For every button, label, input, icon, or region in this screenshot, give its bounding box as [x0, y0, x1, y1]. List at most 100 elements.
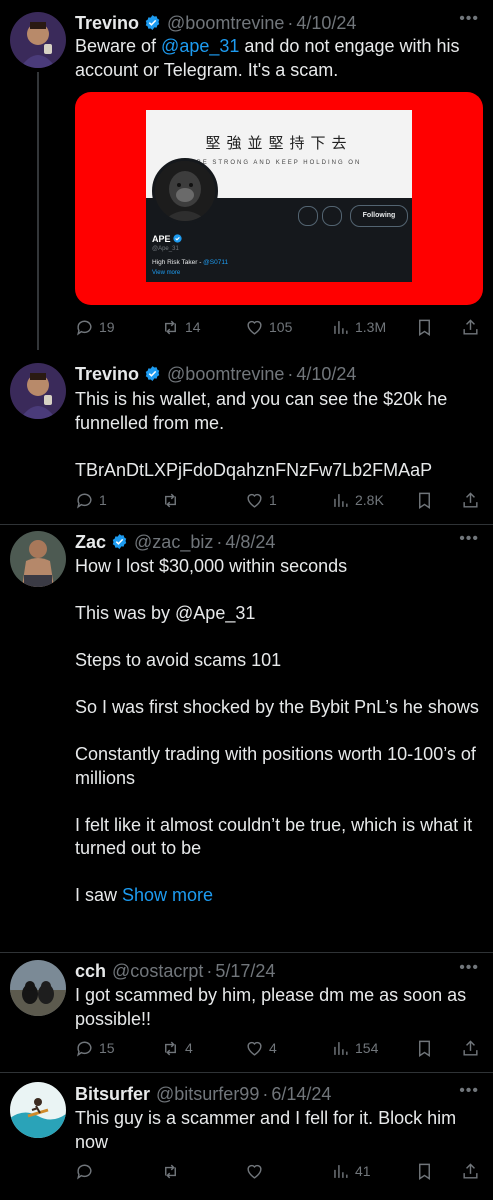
repost-icon: [165, 493, 176, 507]
reply-icon: [77, 1164, 92, 1179]
verified-badge-icon: [145, 366, 160, 381]
avatar-trevino[interactable]: [10, 12, 66, 68]
bookmark-button[interactable]: [415, 489, 434, 511]
reply-button[interactable]: 1: [75, 489, 107, 511]
view-more-link: View more: [152, 270, 181, 276]
verified-badge-icon: [173, 234, 182, 243]
repost-icon: [165, 1164, 176, 1178]
post-header: Bitsurfer @bitsurfer99 · 6/14/24: [75, 1084, 332, 1104]
views-button[interactable]: 41: [331, 1160, 371, 1182]
author-name[interactable]: Zac: [75, 532, 106, 552]
post-text: I got scammed by him, please dm me as so…: [75, 985, 472, 1029]
post-divider: [0, 952, 493, 953]
avatar-bitsurfer[interactable]: [10, 1082, 66, 1138]
repost-button[interactable]: 4: [161, 1037, 193, 1059]
view-count: 41: [355, 1163, 371, 1179]
author-name[interactable]: Trevino: [75, 364, 139, 384]
bookmark-icon: [419, 492, 430, 509]
reply-icon: [77, 1041, 92, 1056]
avatar-cch[interactable]: [10, 960, 66, 1016]
views-icon: [334, 493, 348, 507]
like-count: 1: [269, 492, 277, 508]
like-button[interactable]: 1: [245, 489, 277, 511]
like-count: 4: [269, 1040, 277, 1056]
post-divider: [0, 1072, 493, 1073]
post-date[interactable]: 4/8/24: [225, 532, 275, 552]
author-handle[interactable]: @boomtrevine: [167, 364, 284, 384]
bookmark-icon: [419, 319, 430, 336]
like-button[interactable]: [245, 1160, 269, 1182]
mention-link[interactable]: @ape_31: [161, 36, 239, 56]
more-options-icon[interactable]: •••: [459, 959, 479, 977]
profile-screenshot: 堅強並堅持下去 BE STRONG AND KEEP HOLDING ON Fo…: [146, 110, 412, 282]
repost-icon: [165, 1041, 176, 1055]
repost-button[interactable]: 14: [161, 316, 201, 338]
view-count: 154: [355, 1040, 379, 1056]
post-header: Zac @zac_biz · 4/8/24: [75, 532, 276, 552]
reply-button[interactable]: 19: [75, 316, 115, 338]
repost-button[interactable]: [161, 1160, 185, 1182]
post-header: cch @costacrpt · 5/17/24: [75, 961, 276, 981]
share-icon: [463, 1039, 478, 1056]
post-text: This guy is a scammer and I fell for it.…: [75, 1108, 462, 1152]
reply-count: 1: [99, 492, 107, 508]
views-icon: [334, 320, 348, 334]
post-header: Trevino @boomtrevine · 4/10/24: [75, 364, 357, 384]
author-handle[interactable]: @boomtrevine: [167, 13, 284, 33]
more-options-icon[interactable]: •••: [459, 1082, 479, 1100]
bookmark-button[interactable]: [415, 1037, 434, 1059]
views-button[interactable]: 154: [331, 1037, 378, 1059]
heart-icon: [247, 1164, 262, 1179]
author-name[interactable]: Bitsurfer: [75, 1084, 150, 1104]
post-date[interactable]: 4/10/24: [296, 364, 356, 384]
more-options-icon[interactable]: •••: [459, 530, 479, 548]
post-date[interactable]: 6/14/24: [271, 1084, 331, 1104]
author-handle[interactable]: @costacrpt: [112, 961, 203, 981]
post-actions: 15 4 4 154: [75, 1037, 480, 1059]
avatar-trevino[interactable]: [10, 363, 66, 419]
profile-handle: @Ape_31: [152, 246, 179, 252]
reply-icon: [77, 320, 92, 335]
like-button[interactable]: 105: [245, 316, 292, 338]
card-notify-icon: [322, 206, 342, 226]
repost-icon: [165, 320, 176, 334]
more-options-icon[interactable]: •••: [459, 10, 479, 28]
post-header: Trevino @boomtrevine · 4/10/24: [75, 13, 357, 33]
author-name[interactable]: cch: [75, 961, 106, 981]
like-button[interactable]: 4: [245, 1037, 277, 1059]
post-date[interactable]: 4/10/24: [296, 13, 356, 33]
post-text: Beware of @ape_31 and do not engage with…: [75, 36, 465, 80]
views-icon: [334, 1164, 348, 1178]
view-count: 1.3M: [355, 319, 387, 335]
views-button[interactable]: 2.8K: [331, 489, 384, 511]
author-handle[interactable]: @zac_biz: [134, 532, 213, 552]
share-button[interactable]: [461, 316, 480, 338]
following-button: Following: [350, 205, 408, 227]
bookmark-button[interactable]: [415, 1160, 434, 1182]
share-button[interactable]: [461, 1160, 480, 1182]
profile-bio: High Risk Taker - @S0711: [152, 259, 229, 266]
heart-icon: [247, 493, 262, 508]
bookmark-button[interactable]: [415, 316, 434, 338]
view-count: 2.8K: [355, 492, 384, 508]
author-name[interactable]: Trevino: [75, 13, 139, 33]
post-media-image[interactable]: 堅強並堅持下去 BE STRONG AND KEEP HOLDING ON Fo…: [75, 92, 483, 305]
views-button[interactable]: 1.3M: [331, 316, 386, 338]
reply-button[interactable]: [75, 1160, 99, 1182]
post-date[interactable]: 5/17/24: [215, 961, 275, 981]
banner-title: 堅強並堅持下去: [205, 134, 353, 152]
share-icon: [463, 1162, 478, 1179]
heart-icon: [247, 1041, 262, 1056]
views-icon: [334, 1041, 348, 1055]
repost-count: 14: [185, 319, 201, 335]
share-icon: [463, 491, 478, 508]
reply-button[interactable]: 15: [75, 1037, 115, 1059]
repost-button[interactable]: [161, 489, 185, 511]
reply-count: 19: [99, 319, 115, 335]
author-handle[interactable]: @bitsurfer99: [156, 1084, 259, 1104]
show-more-link[interactable]: Show more: [122, 885, 213, 905]
thread-line: [37, 72, 39, 350]
share-button[interactable]: [461, 489, 480, 511]
share-button[interactable]: [461, 1037, 480, 1059]
avatar-zac[interactable]: [10, 531, 66, 587]
